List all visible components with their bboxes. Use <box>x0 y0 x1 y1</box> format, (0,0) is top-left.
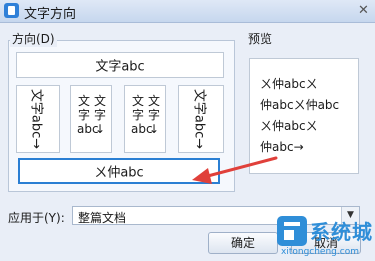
watermark-url: xitongcheng.com <box>281 247 359 257</box>
option-col: 文字abc <box>131 94 153 136</box>
option-text: 文字abc <box>95 59 145 75</box>
app-icon <box>4 3 19 18</box>
watermark: 系统城 xitongcheng.com <box>277 214 375 261</box>
direction-option-stacked-1[interactable]: 文字abc 文字↓ <box>70 85 112 153</box>
preview-line: ㄨ仲abcㄨ <box>260 119 318 133</box>
direction-option-horizontal[interactable]: 文字abc <box>16 52 224 78</box>
option-text: 文字abc→ <box>191 88 207 150</box>
option-text: 文字abc→ <box>28 88 44 150</box>
preview-label: 预览 <box>248 32 273 46</box>
close-icon[interactable]: ✕ <box>356 3 371 18</box>
preview-line: ㄨ仲abcㄨ <box>260 77 318 91</box>
title-bar: 文字方向 ✕ <box>0 0 375 23</box>
direction-option-rotated-right[interactable]: 文字abc→ <box>178 85 224 153</box>
direction-option-rotated-left[interactable]: 文字abc→ <box>16 85 60 153</box>
preview-line: 仲abcㄨ仲abc <box>260 98 340 112</box>
option-col: 文字↓ <box>147 94 160 136</box>
annotation-arrow <box>192 156 278 184</box>
direction-group-label: 方向(D) <box>10 30 57 47</box>
direction-option-stacked-2[interactable]: 文字abc 文字↓ <box>124 85 166 153</box>
option-col: 文字abc <box>77 94 99 136</box>
watermark-text: 系统城 <box>310 220 373 244</box>
option-text: ㄨ仲abc <box>94 165 144 181</box>
watermark-logo-icon <box>277 216 307 246</box>
dialog-title: 文字方向 <box>24 7 77 22</box>
option-col: 文字↓ <box>93 94 106 136</box>
apply-to-label: 应用于(Y): <box>8 211 65 225</box>
apply-to-value: 整篇文档 <box>78 211 127 225</box>
ok-button[interactable]: 确定 <box>208 232 278 254</box>
